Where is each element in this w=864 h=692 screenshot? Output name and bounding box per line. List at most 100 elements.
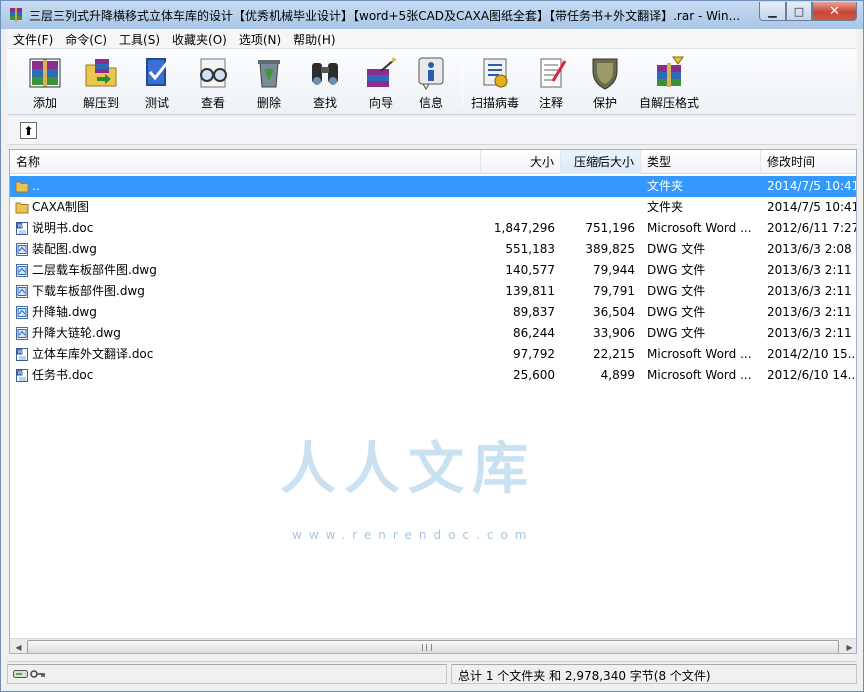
minimize-button[interactable]: ▁: [759, 2, 786, 21]
file-row[interactable]: W 立体车库外文翻译.doc 97,792 22,215 Microsoft Word …: [10, 344, 857, 365]
menu-options[interactable]: 选项(N): [233, 29, 287, 49]
find-label: 查找: [312, 96, 337, 110]
info-button[interactable]: 信息: [403, 53, 459, 111]
file-row[interactable]: 二层载车板部件图.dwg 140,577 79,944 DWG 文件 2013/6/3 …: [10, 260, 856, 281]
view-button[interactable]: 查看: [185, 53, 241, 111]
title-bar[interactable]: 三层三列式升降横移式立体车库的设计【优秀机械毕业设计】【word+5张CAD及C…: [1, 1, 863, 29]
file-type: DWG 文件: [647, 284, 706, 298]
file-modified: 2013/6/3 2:08: [767, 242, 852, 256]
extract-to-button[interactable]: 解压到: [73, 53, 129, 111]
file-packed-size: 79,791: [593, 284, 635, 298]
info-icon: [418, 57, 444, 90]
dwg-file-icon: [16, 285, 28, 298]
sfx-label: 自解压格式: [638, 96, 699, 110]
file-packed-size: 389,825: [585, 242, 635, 256]
winrar-app-icon[interactable]: [8, 7, 24, 23]
file-packed-size: 79,944: [593, 263, 635, 277]
file-packed-size: 4,899: [600, 368, 635, 382]
comment-note-icon: [540, 58, 567, 88]
menu-file[interactable]: 文件(F): [7, 29, 59, 49]
maximize-button[interactable]: □: [786, 2, 812, 21]
file-name: 说明书.doc: [32, 221, 94, 235]
recycle-delete-icon: [258, 60, 280, 88]
file-packed-size: [561, 197, 635, 218]
menu-tools[interactable]: 工具(S): [113, 29, 166, 49]
file-packed-size: 751,196: [585, 221, 635, 235]
column-modified[interactable]: 修改时间: [761, 150, 856, 174]
file-row[interactable]: W 任务书.doc 25,600 4,899 Microsoft Word ... 201…: [10, 365, 857, 386]
scroll-right-button[interactable]: ▶: [841, 639, 856, 653]
file-name: 任务书.doc: [32, 368, 94, 382]
folder-icon: [15, 202, 29, 214]
dwg-file-icon: [16, 306, 28, 319]
file-modified: 2014/2/10 15...: [767, 347, 857, 361]
scroll-grip-icon: [422, 644, 432, 651]
file-modified: 2012/6/10 14...: [767, 368, 857, 382]
scroll-thumb[interactable]: [27, 640, 839, 653]
file-type: DWG 文件: [647, 305, 706, 319]
up-one-level-button[interactable]: ⬆: [20, 122, 37, 139]
watermark: 人人文库 www.renrendoc.com: [280, 418, 580, 554]
address-bar: ⬆: [7, 117, 857, 145]
menu-help[interactable]: 帮助(H): [287, 29, 341, 49]
file-name: 升降轴.dwg: [32, 305, 97, 319]
file-list[interactable]: 名称 大小 ▲ 压缩后大小 类型 修改时间 .. 文件夹 2014/7/5 10:4…: [9, 149, 857, 654]
file-size: [481, 197, 555, 218]
test-label: 测试: [144, 96, 169, 110]
file-row[interactable]: 升降大链轮.dwg 86,244 33,906 DWG 文件 2013/6/3 2:11: [10, 323, 856, 344]
scroll-left-button[interactable]: ◀: [10, 639, 27, 653]
folder-extract-icon: [85, 59, 117, 87]
find-button[interactable]: 查找: [297, 53, 353, 111]
horizontal-scrollbar[interactable]: ◀ ▶: [10, 638, 856, 653]
protect-button[interactable]: 保护: [577, 53, 633, 111]
key-icon[interactable]: [30, 669, 46, 679]
file-row[interactable]: 升降轴.dwg 89,837 36,504 DWG 文件 2013/6/3 2:11: [10, 302, 856, 323]
file-type: DWG 文件: [647, 242, 706, 256]
column-size[interactable]: 大小: [481, 150, 561, 174]
file-packed-size: 22,215: [593, 347, 635, 361]
add-label: 添加: [32, 96, 57, 110]
file-size: 551,183: [505, 242, 555, 256]
file-name: 立体车库外文翻译.doc: [32, 347, 154, 361]
delete-button[interactable]: 删除: [241, 53, 297, 111]
view-label: 查看: [200, 96, 225, 110]
close-button[interactable]: ✕: [812, 2, 857, 21]
file-size: 25,600: [513, 368, 555, 382]
file-row[interactable]: 下载车板部件图.dwg 139,811 79,791 DWG 文件 2013/6/3 2…: [10, 281, 856, 302]
word-document-icon: W: [16, 369, 28, 382]
file-name: 下载车板部件图.dwg: [32, 284, 145, 298]
file-type: Microsoft Word ...: [647, 221, 752, 235]
comment-button[interactable]: 注释: [523, 53, 579, 111]
file-row[interactable]: CAXA制图 文件夹 2014/7/5 10:41: [10, 197, 856, 218]
file-size: 86,244: [513, 326, 555, 340]
file-row[interactable]: 装配图.dwg 551,183 389,825 DWG 文件 2013/6/3 2:08: [10, 239, 856, 260]
file-row[interactable]: W 说明书.doc 1,847,296 751,196 Microsoft Word .…: [10, 218, 857, 239]
column-packed[interactable]: ▲ 压缩后大小: [561, 150, 641, 174]
file-size: 89,837: [513, 305, 555, 319]
column-type[interactable]: 类型: [641, 150, 761, 174]
status-bar: 总计 1 个文件夹 和 2,978,340 字节(8 个文件): [7, 661, 857, 685]
window-title: 三层三列式升降横移式立体车库的设计【优秀机械毕业设计】【word+5张CAD及C…: [29, 9, 741, 23]
virus-scan-button[interactable]: 扫描病毒: [467, 53, 523, 111]
menu-favorites[interactable]: 收藏夹(O): [166, 29, 233, 49]
add-button[interactable]: 添加: [17, 53, 73, 111]
sfx-button[interactable]: 自解压格式: [639, 53, 699, 111]
virus-scan-label: 扫描病毒: [470, 96, 519, 110]
file-packed-size: 36,504: [593, 305, 635, 319]
dwg-file-icon: [16, 264, 28, 277]
word-document-icon: W: [16, 222, 28, 235]
menu-commands[interactable]: 命令(C): [59, 29, 113, 49]
file-type: DWG 文件: [647, 326, 706, 340]
test-button[interactable]: 测试: [129, 53, 185, 111]
file-modified: 2012/6/11 7:27: [767, 221, 857, 235]
file-type: Microsoft Word ...: [647, 347, 752, 361]
file-row[interactable]: .. 文件夹 2014/7/5 10:41: [10, 176, 856, 197]
binoculars-find-icon: [312, 63, 338, 85]
column-name[interactable]: 名称: [10, 150, 481, 174]
file-modified: 2013/6/3 2:11: [767, 305, 852, 319]
wizard-button[interactable]: 向导: [353, 53, 409, 111]
file-name: CAXA制图: [32, 200, 90, 214]
extract-to-label: 解压到: [82, 96, 119, 110]
file-modified: 2013/6/3 2:11: [767, 326, 852, 340]
drive-icon[interactable]: [13, 669, 28, 679]
